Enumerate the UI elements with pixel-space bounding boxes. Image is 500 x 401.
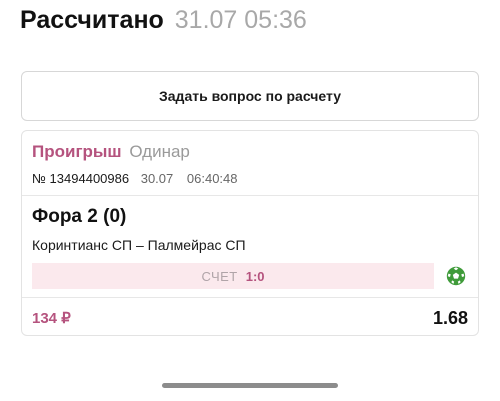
bet-details-screen: Рассчитано 31.07 05:36 Задать вопрос по … xyxy=(0,0,500,401)
bet-market: Фора 2 (0) xyxy=(32,206,127,227)
divider xyxy=(22,195,478,196)
bet-card[interactable]: Проигрыш Одинар № 13494400986 30.07 06:4… xyxy=(21,130,479,336)
soccer-ball-icon xyxy=(446,266,466,286)
score-label: СЧЕТ xyxy=(201,268,238,284)
bet-time: 06:40:48 xyxy=(186,171,238,186)
ask-question-button[interactable]: Задать вопрос по расчету xyxy=(21,71,479,121)
bet-type: Одинар xyxy=(129,142,190,161)
home-indicator[interactable] xyxy=(162,383,338,388)
bet-odds: 1.68 xyxy=(432,308,468,328)
page-header: Рассчитано 31.07 05:36 xyxy=(20,4,307,36)
stake-amount: 134 ₽ xyxy=(32,310,71,327)
bet-date: 30.07 xyxy=(140,171,174,186)
score-value: 1:0 xyxy=(245,268,265,284)
score-bar: СЧЕТ 1:0 xyxy=(32,263,434,289)
bet-status: Проигрыш xyxy=(32,142,122,161)
event-name: Коринтианс СП – Палмейрас СП xyxy=(32,237,246,253)
divider xyxy=(22,297,478,298)
settlement-datetime: 31.07 05:36 xyxy=(174,6,307,34)
ask-question-button-label: Задать вопрос по расчету xyxy=(159,88,341,104)
bet-meta: № 13494400986 30.07 06:40:48 xyxy=(32,170,238,188)
bet-status-line: Проигрыш Одинар xyxy=(32,141,190,163)
bet-number: № 13494400986 xyxy=(32,171,130,186)
page-title: Рассчитано xyxy=(20,6,164,34)
